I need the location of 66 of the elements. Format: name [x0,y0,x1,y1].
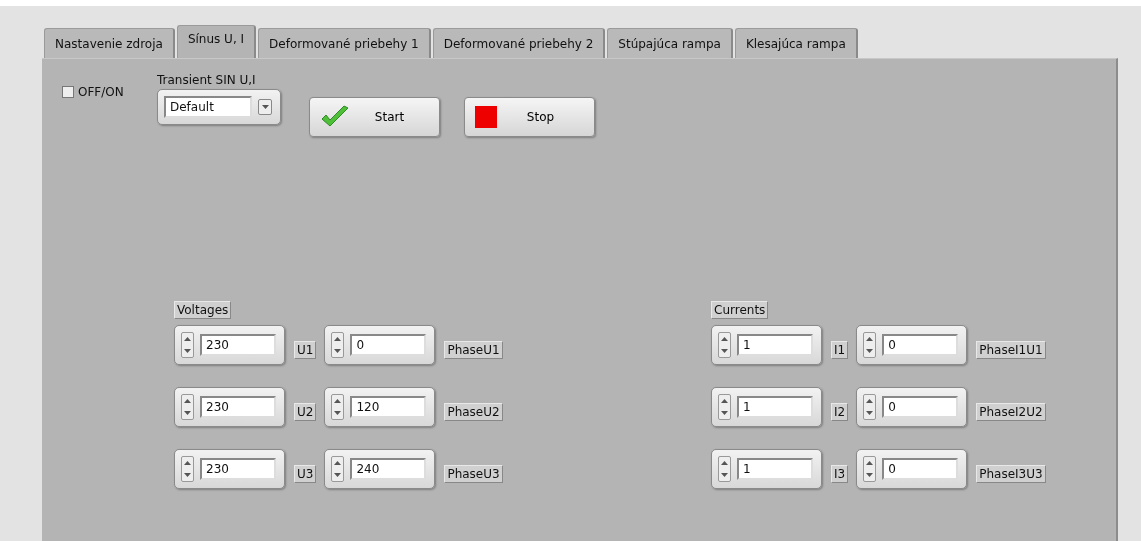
numeric-control[interactable]: 230 [174,387,285,427]
select-caption: Transient SIN U,I [157,73,257,87]
checkmark-icon [320,105,350,129]
numeric-control[interactable]: 0 [856,449,968,489]
spinner-icon[interactable] [181,394,194,420]
numeric-control[interactable]: 1 [711,325,823,365]
spinner-icon[interactable] [181,332,194,358]
field-label: U1 [294,341,317,359]
numeric-value: 230 [206,400,229,414]
tab[interactable]: Sínus U, I [176,25,257,58]
numeric-control[interactable]: 230 [174,325,285,365]
numeric-value: 230 [206,462,229,476]
dropdown[interactable]: Default [157,89,281,125]
numeric-value: 240 [356,462,380,476]
start-button[interactable]: Start [309,97,440,137]
numeric-value: 1 [743,400,751,414]
numeric-control[interactable]: 1 [711,387,823,427]
spinner-icon[interactable] [331,456,345,482]
dropdown-value: Default [170,100,214,114]
group-label: Currents [711,301,769,319]
numeric-control[interactable]: 0 [856,387,968,427]
field-label: U2 [294,403,317,421]
spinner-icon[interactable] [331,332,345,358]
field-label: PhaseU1 [444,341,503,359]
spinner-icon[interactable] [331,394,345,420]
field-label: I3 [831,465,849,483]
tab[interactable]: Deformované priebehy 1 [258,28,431,58]
numeric-control[interactable]: 230 [174,449,285,489]
field-label: U3 [294,465,317,483]
numeric-value: 230 [206,338,229,352]
numeric-control[interactable]: 0 [856,325,968,365]
field-label: PhaseI1U1 [976,341,1046,359]
group-label: Voltages [174,301,232,319]
field-label: PhaseI2U2 [976,403,1046,421]
numeric-value: 0 [888,462,896,476]
numeric-control[interactable]: 0 [324,325,436,365]
tab[interactable]: Nastavenie zdroja [44,28,175,58]
numeric-control[interactable]: 240 [324,449,436,489]
spinner-icon[interactable] [718,456,732,482]
numeric-value: 0 [888,400,896,414]
numeric-value: 0 [356,338,365,352]
checkbox[interactable] [62,86,74,98]
stop-button[interactable]: Stop [464,97,595,137]
numeric-value: 0 [888,338,896,352]
tab[interactable]: Klesajúca rampa [734,28,858,58]
spinner-icon[interactable] [863,456,877,482]
tab[interactable]: Stúpajúca rampa [607,28,733,58]
tab[interactable]: Deformované priebehy 2 [432,28,606,58]
numeric-value: 1 [743,338,751,352]
field-label: PhaseU2 [444,403,503,421]
spinner-icon[interactable] [181,456,194,482]
spinner-icon[interactable] [863,394,877,420]
spinner-icon[interactable] [718,332,732,358]
field-label: PhaseI3U3 [976,465,1046,483]
caret-icon[interactable] [258,99,272,115]
numeric-value: 120 [356,400,380,414]
numeric-control[interactable]: 1 [711,449,823,489]
numeric-value: 1 [743,462,751,476]
field-label: I1 [831,341,849,359]
numeric-control[interactable]: 120 [324,387,436,427]
field-label: PhaseU3 [444,465,503,483]
checkbox-label: OFF/ON [78,85,124,99]
spinner-icon[interactable] [718,394,732,420]
spinner-icon[interactable] [863,332,877,358]
field-label: I2 [831,403,849,421]
stop-square-icon [475,106,497,128]
